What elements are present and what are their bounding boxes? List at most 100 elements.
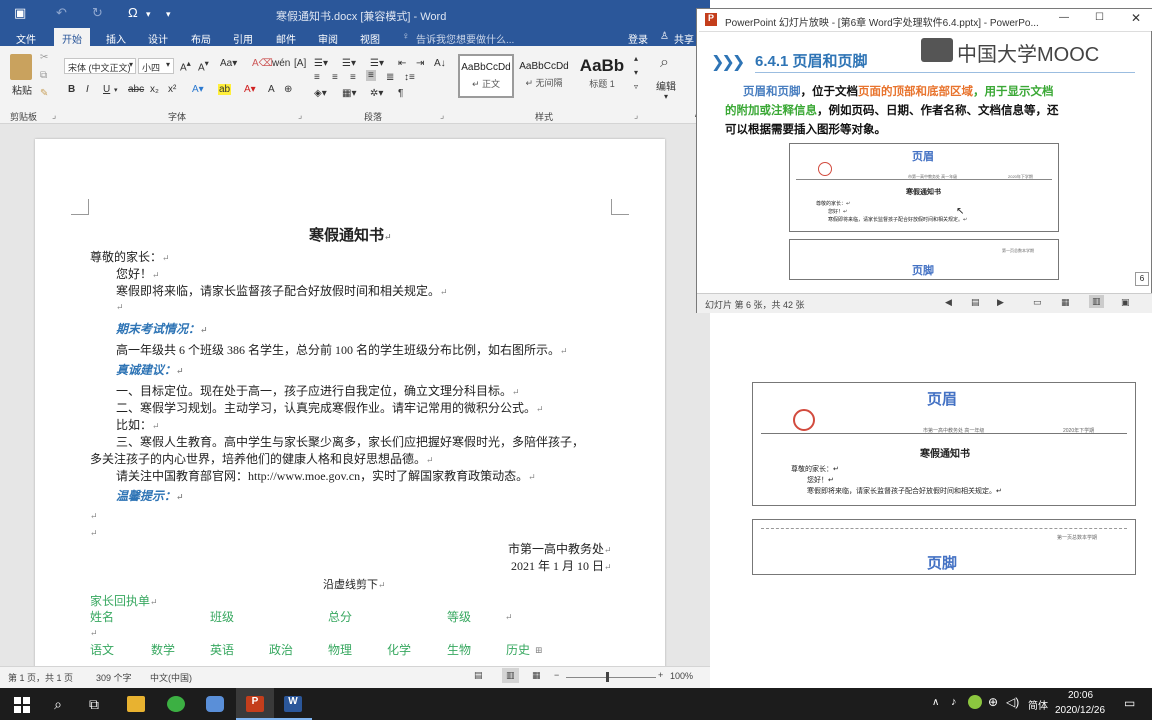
document-page[interactable]: 寒假通知书↵ 尊敬的家长：↵ 您好！↵ 寒假即将来临，请家长监督孩子配合好放假时… bbox=[35, 139, 665, 688]
browser-icon[interactable] bbox=[167, 696, 185, 712]
underline-dropdown-icon[interactable]: ▾ bbox=[114, 86, 118, 94]
zoom-in-icon[interactable]: + bbox=[658, 670, 663, 680]
paragraph-launcher-icon[interactable]: ⌟ bbox=[440, 110, 444, 121]
slideshow-view-icon[interactable]: ▣ bbox=[1121, 297, 1130, 308]
decrease-indent-icon[interactable]: ⇤ bbox=[398, 58, 406, 69]
highlight-icon[interactable]: ab bbox=[218, 84, 232, 95]
normal-view-icon[interactable]: ▭ bbox=[1033, 297, 1042, 308]
word-count[interactable]: 309 个字 bbox=[96, 671, 132, 684]
align-center-icon[interactable]: ≡ bbox=[332, 72, 338, 83]
zoom-level[interactable]: 100% bbox=[670, 671, 693, 681]
redo-icon[interactable]: ↻ bbox=[92, 5, 103, 21]
tray-app-icon[interactable] bbox=[968, 695, 982, 709]
clock-date[interactable]: 2020/12/26 bbox=[1055, 705, 1105, 716]
show-marks-icon[interactable]: ¶ bbox=[398, 88, 403, 99]
undo-icon[interactable]: ↶ bbox=[56, 5, 67, 21]
share-button[interactable]: 共享 bbox=[674, 31, 694, 46]
copy-icon[interactable]: ⧉ bbox=[40, 70, 47, 81]
ime-indicator[interactable]: 简体 bbox=[1028, 697, 1048, 712]
minimize-icon[interactable]: — bbox=[1059, 12, 1069, 23]
next-slide-icon[interactable]: ▶ bbox=[997, 297, 1004, 308]
notification-icon[interactable]: ▭ bbox=[1124, 696, 1135, 710]
styles-more-icon[interactable]: ▿ bbox=[634, 82, 638, 91]
clear-format-icon[interactable]: A⌫ bbox=[252, 58, 273, 69]
clipboard-launcher-icon[interactable]: ⌟ bbox=[52, 110, 56, 121]
style-no-spacing[interactable]: AaBbCcDd ↵ 无间隔 bbox=[516, 54, 572, 98]
sort-icon[interactable]: A↓ bbox=[434, 58, 446, 69]
distribute-icon[interactable]: ≣ bbox=[386, 72, 394, 83]
network-icon[interactable]: ⊕ bbox=[988, 695, 998, 709]
read-mode-icon[interactable]: ▤ bbox=[474, 670, 483, 681]
volume-icon[interactable]: ◁) bbox=[1006, 695, 1019, 709]
strikethrough-icon[interactable]: abc bbox=[128, 84, 144, 95]
maximize-icon[interactable]: ☐ bbox=[1095, 12, 1104, 23]
symbol-dropdown-icon[interactable]: ▾ bbox=[146, 9, 151, 20]
tab-file[interactable]: 文件 bbox=[16, 31, 36, 46]
tray-overflow-icon[interactable]: ∧ bbox=[932, 697, 939, 708]
align-right-icon[interactable]: ≡ bbox=[350, 72, 356, 83]
enclose-chars-icon[interactable]: ⊕ bbox=[284, 84, 292, 95]
tell-me-input[interactable]: 告诉我您想要做什么... bbox=[416, 31, 514, 46]
font-size-dropdown-icon[interactable]: ▾ bbox=[166, 60, 170, 69]
zoom-slider-thumb[interactable] bbox=[606, 672, 609, 682]
shrink-font-icon[interactable]: A▾ bbox=[198, 58, 209, 73]
font-color-icon[interactable]: A▾ bbox=[244, 84, 256, 95]
print-layout-icon[interactable]: ▥ bbox=[502, 668, 519, 683]
shading-icon[interactable]: ◈▾ bbox=[314, 88, 327, 99]
find-icon[interactable]: ⌕ bbox=[660, 54, 669, 72]
grow-font-icon[interactable]: A▴ bbox=[180, 58, 191, 73]
phonetic-guide-icon[interactable]: wén bbox=[272, 58, 290, 69]
align-left-icon[interactable]: ≡ bbox=[314, 72, 320, 83]
underline-icon[interactable]: U bbox=[103, 84, 110, 95]
tab-design[interactable]: 设计 bbox=[148, 31, 168, 46]
style-heading1[interactable]: AaBb 标题 1 bbox=[574, 54, 630, 98]
microphone-icon[interactable]: ♪ bbox=[951, 696, 957, 708]
style-normal[interactable]: AaBbCcDd ↵ 正文 bbox=[458, 54, 514, 98]
close-icon[interactable]: ✕ bbox=[1131, 11, 1141, 25]
styles-up-icon[interactable]: ▴ bbox=[634, 54, 638, 63]
zoom-out-icon[interactable]: − bbox=[554, 670, 559, 680]
numbering-icon[interactable]: ☰▾ bbox=[342, 58, 356, 69]
char-border-icon[interactable]: [A] bbox=[294, 58, 306, 69]
prev-slide-icon[interactable]: ◀ bbox=[945, 297, 952, 308]
tab-insert[interactable]: 插入 bbox=[106, 31, 126, 46]
tab-review[interactable]: 审阅 bbox=[318, 31, 338, 46]
paste-button-label[interactable]: 粘贴 bbox=[12, 82, 32, 97]
save-icon[interactable]: ▣ bbox=[14, 5, 26, 21]
page-count[interactable]: 第 1 页，共 1 页 bbox=[8, 671, 73, 684]
sorter-view-icon[interactable]: ▦ bbox=[1061, 297, 1070, 308]
line-spacing-icon[interactable]: ↕≡ bbox=[404, 72, 415, 83]
login-link[interactable]: 登录 bbox=[628, 31, 648, 46]
tab-layout[interactable]: 布局 bbox=[191, 31, 211, 46]
edit-dropdown-icon[interactable]: ▾ bbox=[664, 92, 668, 101]
chinese-layout-icon[interactable]: ✲▾ bbox=[370, 88, 383, 99]
subscript-icon[interactable]: x₂ bbox=[150, 84, 159, 95]
italic-icon[interactable]: I bbox=[86, 84, 89, 95]
justify-icon[interactable]: ≡ bbox=[366, 70, 376, 81]
font-name-select[interactable]: 宋体 (中文正文) bbox=[64, 58, 136, 74]
clock-time[interactable]: 20:06 bbox=[1068, 690, 1093, 701]
reading-view-icon[interactable]: ▥ bbox=[1089, 295, 1104, 308]
language[interactable]: 中文(中国) bbox=[150, 671, 192, 684]
symbol-icon[interactable]: Ω bbox=[128, 5, 138, 20]
font-launcher-icon[interactable]: ⌟ bbox=[298, 110, 302, 121]
change-case-icon[interactable]: Aa▾ bbox=[220, 58, 237, 69]
cut-icon[interactable]: ✂ bbox=[40, 52, 48, 63]
bullets-icon[interactable]: ☰▾ bbox=[314, 58, 328, 69]
bold-icon[interactable]: B bbox=[68, 84, 75, 95]
app-icon[interactable] bbox=[206, 696, 224, 712]
increase-indent-icon[interactable]: ⇥ bbox=[416, 58, 424, 69]
customize-qat-icon[interactable]: ▾ bbox=[166, 9, 171, 20]
text-effects-icon[interactable]: A▾ bbox=[192, 84, 204, 95]
search-icon[interactable]: ⌕ bbox=[38, 692, 78, 720]
task-view-icon[interactable]: ⧉ bbox=[74, 692, 114, 720]
font-name-dropdown-icon[interactable]: ▾ bbox=[129, 60, 133, 69]
zoom-slider[interactable] bbox=[566, 677, 656, 678]
web-layout-icon[interactable]: ▦ bbox=[532, 670, 541, 681]
tab-mailings[interactable]: 邮件 bbox=[276, 31, 296, 46]
slide-grid-icon[interactable]: ▤ bbox=[971, 297, 980, 308]
borders-icon[interactable]: ▦▾ bbox=[342, 88, 356, 99]
styles-launcher-icon[interactable]: ⌟ bbox=[634, 110, 638, 121]
multilevel-list-icon[interactable]: ☰▾ bbox=[370, 58, 384, 69]
styles-down-icon[interactable]: ▾ bbox=[634, 68, 638, 77]
